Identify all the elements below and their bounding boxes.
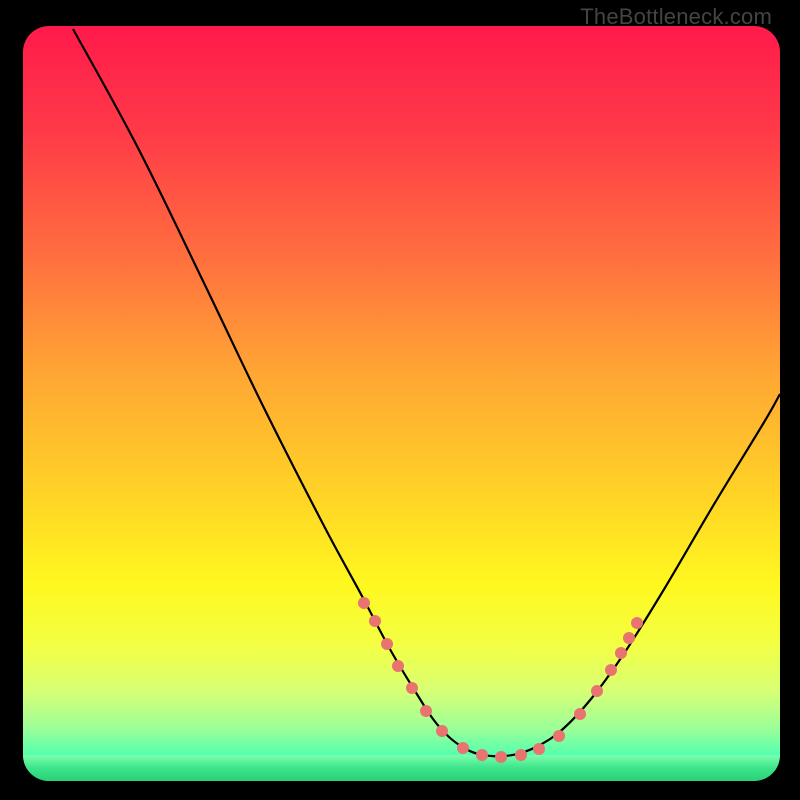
plot-area bbox=[23, 26, 780, 781]
gradient-background bbox=[23, 26, 780, 781]
chart-stage: TheBottleneck.com bbox=[0, 0, 800, 800]
green-bottom-band bbox=[23, 755, 780, 781]
